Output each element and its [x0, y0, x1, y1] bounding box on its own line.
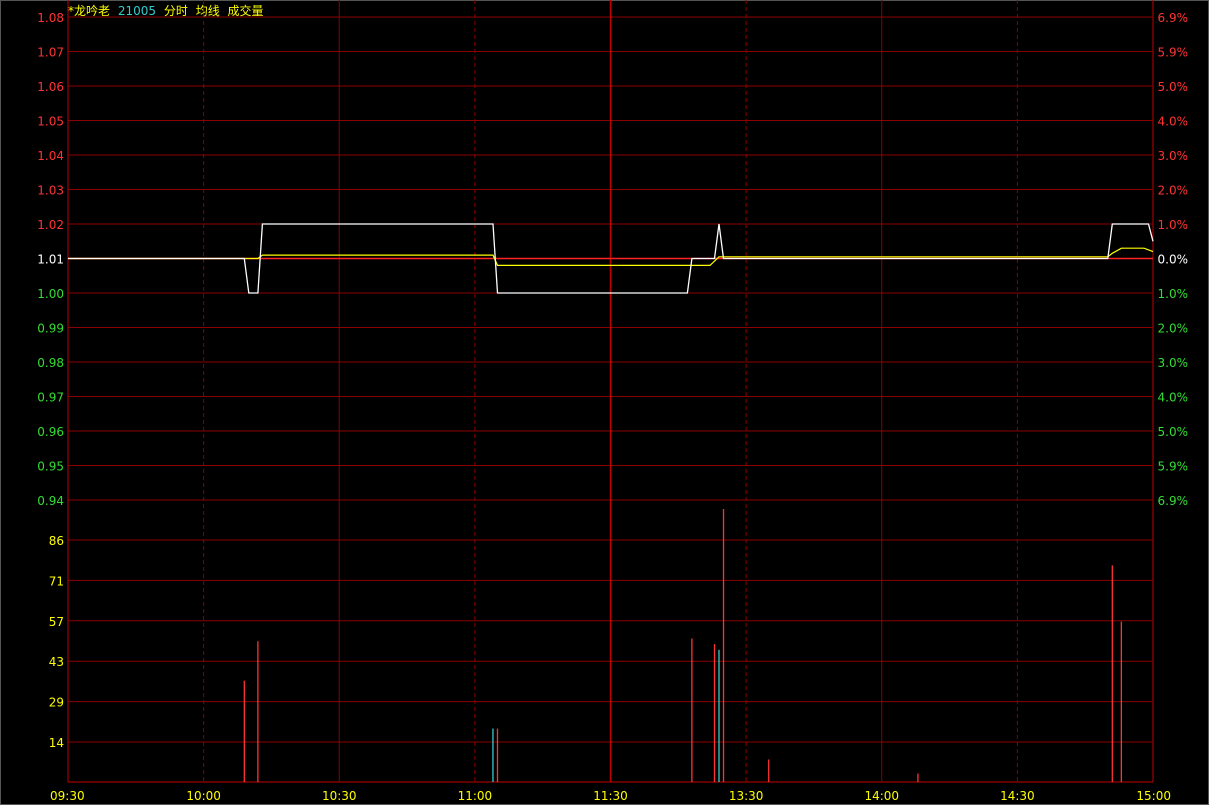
time-tick-label: 13:30 — [729, 789, 764, 803]
volume-tick-label: 43 — [49, 655, 64, 669]
price-tick-label: 0.99 — [37, 322, 64, 336]
time-tick-label: 09:30 — [50, 789, 85, 803]
percent-tick-label: 2.0% — [1158, 184, 1189, 198]
percent-tick-label: 4.0% — [1158, 391, 1189, 405]
price-tick-label: 1.03 — [37, 184, 64, 198]
percent-tick-label: 4.0% — [1158, 115, 1189, 129]
percent-tick-label: 5.9% — [1158, 460, 1189, 474]
price-tick-label: 0.94 — [37, 494, 64, 508]
percent-tick-label: 2.0% — [1158, 322, 1189, 336]
percent-tick-label: 1.0% — [1158, 287, 1189, 301]
percent-tick-label: 6.9% — [1158, 494, 1189, 508]
time-tick-label: 10:00 — [186, 789, 221, 803]
volume-tick-label: 29 — [49, 696, 64, 710]
price-tick-label: 0.95 — [37, 460, 64, 474]
outer-frame — [0, 0, 1209, 805]
intraday-chart: 1.08 6.9% 1.07 5.9% 1.06 5.0% 1.05 4.0% 1.04 3.0%… — [0, 0, 1209, 805]
time-tick-label: 11:00 — [458, 789, 493, 803]
percent-tick-label: 6.9% — [1158, 11, 1189, 25]
percent-tick-label: 1.0% — [1158, 218, 1189, 232]
percent-tick-label: 3.0% — [1158, 356, 1189, 370]
price-tick-label: 0.98 — [37, 356, 64, 370]
volume-tick-label: 14 — [49, 736, 64, 750]
price-tick-label: 1.04 — [37, 149, 64, 163]
price-tick-label: 1.07 — [37, 46, 64, 60]
volume-tick-label: 57 — [49, 615, 64, 629]
percent-tick-label: 3.0% — [1158, 149, 1189, 163]
volume-tick-label: 71 — [49, 574, 64, 588]
percent-tick-label: 5.0% — [1158, 80, 1189, 94]
percent-tick-label: 5.9% — [1158, 46, 1189, 60]
price-tick-label: 1.08 — [37, 11, 64, 25]
percent-tick-label: 0.0% — [1158, 253, 1189, 267]
time-tick-label: 14:30 — [1000, 789, 1035, 803]
price-tick-label: 1.06 — [37, 80, 64, 94]
volume-tick-label: 86 — [49, 534, 64, 548]
time-tick-label: 10:30 — [322, 789, 357, 803]
price-tick-label: 1.02 — [37, 218, 64, 232]
price-tick-label: 1.01 — [37, 253, 64, 267]
price-tick-label: 1.05 — [37, 115, 64, 129]
time-tick-label: 15:00 — [1136, 789, 1171, 803]
price-tick-label: 0.96 — [37, 425, 64, 439]
price-tick-label: 0.97 — [37, 391, 64, 405]
price-tick-label: 1.00 — [37, 287, 64, 301]
time-tick-label: 11:30 — [593, 789, 628, 803]
percent-tick-label: 5.0% — [1158, 425, 1189, 439]
time-tick-label: 14:00 — [864, 789, 899, 803]
